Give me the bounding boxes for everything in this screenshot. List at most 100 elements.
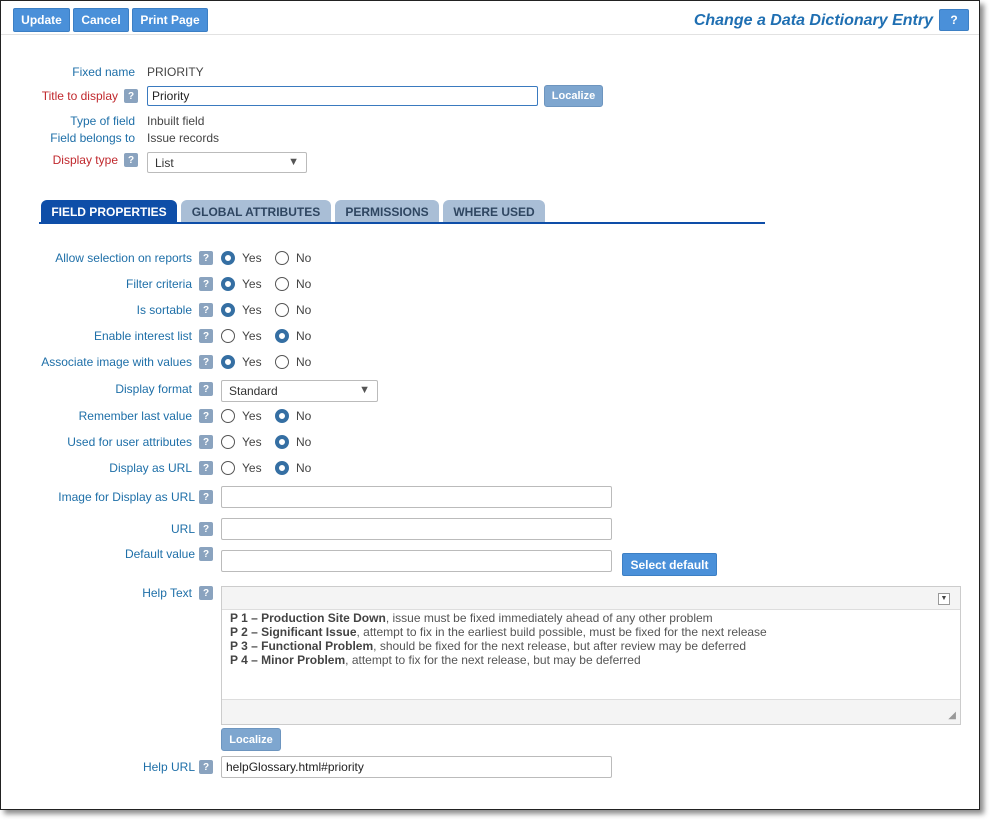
image-for-display-as-url-label: Image for Display as URL — [58, 490, 195, 504]
url-input[interactable] — [221, 518, 612, 540]
is-sortable-no-label: No — [296, 303, 312, 317]
is-sortable-label: Is sortable — [136, 303, 192, 317]
default-value-help-icon[interactable]: ? — [199, 547, 213, 561]
tab-underline — [39, 222, 765, 224]
help-text-label: Help Text — [142, 586, 192, 600]
localize-title-button[interactable]: Localize — [544, 85, 603, 107]
filter-criteria-help-icon[interactable]: ? — [199, 277, 213, 291]
fixed-name-label: Fixed name — [72, 65, 135, 79]
fixed-name-value: PRIORITY — [147, 65, 204, 79]
associate-image-label: Associate image with values — [41, 355, 192, 369]
used-for-user-attributes-help-icon[interactable]: ? — [199, 435, 213, 449]
associate-image-no-label: No — [296, 355, 312, 369]
editor-dropdown-icon[interactable]: ▼ — [938, 593, 950, 605]
display-type-selected: List — [155, 156, 174, 170]
default-value-input[interactable] — [221, 550, 612, 572]
select-default-button[interactable]: Select default — [622, 553, 717, 576]
title-help-icon[interactable]: ? — [124, 89, 138, 103]
update-button[interactable]: Update — [13, 8, 70, 32]
used-for-user-attributes-no-label: No — [296, 435, 312, 449]
is-sortable-help-icon[interactable]: ? — [199, 303, 213, 317]
filter-criteria-no-radio[interactable] — [275, 277, 289, 291]
enable-interest-list-no-radio[interactable] — [275, 329, 289, 343]
is-sortable-no-radio[interactable] — [275, 303, 289, 317]
tab-where-used[interactable]: WHERE USED — [443, 200, 545, 223]
help-url-label: Help URL — [142, 760, 195, 774]
associate-image-yes-radio[interactable] — [221, 355, 235, 369]
remember-last-value-yes-label: Yes — [242, 409, 262, 423]
default-value-label: Default value — [124, 547, 195, 561]
display-type-label: Display type — [52, 153, 118, 167]
dialog-frame: Update Cancel Print Page Change a Data D… — [0, 0, 980, 810]
allow-selection-yes-radio[interactable] — [221, 251, 235, 265]
display-as-url-no-radio[interactable] — [275, 461, 289, 475]
print-page-button[interactable]: Print Page — [132, 8, 208, 32]
help-text-content[interactable]: P 1 – Production Site Down, issue must b… — [230, 611, 952, 667]
field-belongs-to-label: Field belongs to — [50, 131, 135, 145]
chevron-down-icon: ▼ — [288, 156, 299, 168]
display-as-url-no-label: No — [296, 461, 312, 475]
enable-interest-list-no-label: No — [296, 329, 312, 343]
page-title: Change a Data Dictionary Entry — [693, 12, 933, 29]
toolbar-divider — [1, 34, 979, 35]
help-text-line: P 1 – Production Site Down, issue must b… — [230, 611, 713, 625]
is-sortable-yes-radio[interactable] — [221, 303, 235, 317]
associate-image-help-icon[interactable]: ? — [199, 355, 213, 369]
type-of-field-value: Inbuilt field — [147, 114, 205, 128]
remember-last-value-no-radio[interactable] — [275, 409, 289, 423]
used-for-user-attributes-yes-label: Yes — [242, 435, 262, 449]
remember-last-value-label: Remember last value — [78, 409, 192, 423]
allow-selection-label: Allow selection on reports — [55, 251, 192, 265]
editor-toolbar: ▼ — [222, 587, 960, 610]
field-belongs-to-value: Issue records — [147, 131, 220, 145]
enable-interest-list-yes-label: Yes — [242, 329, 262, 343]
help-text-editor[interactable]: ▼ P 1 – Production Site Down, issue must… — [221, 586, 961, 725]
help-url-help-icon[interactable]: ? — [199, 760, 213, 774]
type-of-field-label: Type of field — [70, 114, 135, 128]
url-label: URL — [170, 522, 195, 536]
help-text-help-icon[interactable]: ? — [199, 586, 213, 600]
enable-interest-list-help-icon[interactable]: ? — [199, 329, 213, 343]
display-format-select[interactable]: Standard ▼ — [221, 380, 378, 402]
display-format-selected: Standard — [229, 384, 278, 398]
associate-image-yes-label: Yes — [242, 355, 262, 369]
tab-permissions[interactable]: PERMISSIONS — [335, 200, 439, 223]
allow-selection-help-icon[interactable]: ? — [199, 251, 213, 265]
display-format-help-icon[interactable]: ? — [199, 382, 213, 396]
chevron-down-icon: ▼ — [359, 384, 370, 396]
help-text-line: P 4 – Minor Problem, attempt to fix for … — [230, 653, 641, 667]
title-to-display-label: Title to display — [41, 89, 118, 103]
help-url-input[interactable] — [221, 756, 612, 778]
allow-selection-no-label: No — [296, 251, 312, 265]
editor-footer: ◢ — [222, 699, 960, 724]
used-for-user-attributes-label: Used for user attributes — [67, 435, 192, 449]
used-for-user-attributes-yes-radio[interactable] — [221, 435, 235, 449]
cancel-button[interactable]: Cancel — [73, 8, 129, 32]
filter-criteria-yes-label: Yes — [242, 277, 262, 291]
display-format-label: Display format — [115, 382, 192, 396]
display-type-select[interactable]: List ▼ — [147, 152, 307, 173]
localize-help-button[interactable]: Localize — [221, 728, 281, 751]
tab-global-attributes[interactable]: GLOBAL ATTRIBUTES — [181, 200, 331, 223]
display-type-help-icon[interactable]: ? — [124, 153, 138, 167]
display-as-url-help-icon[interactable]: ? — [199, 461, 213, 475]
allow-selection-yes-label: Yes — [242, 251, 262, 265]
tab-field-properties[interactable]: FIELD PROPERTIES — [41, 200, 177, 223]
display-as-url-yes-radio[interactable] — [221, 461, 235, 475]
used-for-user-attributes-no-radio[interactable] — [275, 435, 289, 449]
help-text-line: P 2 – Significant Issue, attempt to fix … — [230, 625, 767, 639]
allow-selection-no-radio[interactable] — [275, 251, 289, 265]
remember-last-value-yes-radio[interactable] — [221, 409, 235, 423]
image-for-display-as-url-input[interactable] — [221, 486, 612, 508]
resize-grip-icon[interactable]: ◢ — [948, 710, 956, 721]
remember-last-value-help-icon[interactable]: ? — [199, 409, 213, 423]
filter-criteria-label: Filter criteria — [125, 277, 192, 291]
filter-criteria-yes-radio[interactable] — [221, 277, 235, 291]
filter-criteria-no-label: No — [296, 277, 312, 291]
help-button[interactable]: ? — [939, 9, 969, 31]
enable-interest-list-yes-radio[interactable] — [221, 329, 235, 343]
associate-image-no-radio[interactable] — [275, 355, 289, 369]
url-help-icon[interactable]: ? — [199, 522, 213, 536]
image-for-display-as-url-help-icon[interactable]: ? — [199, 490, 213, 504]
title-to-display-input[interactable] — [147, 86, 538, 106]
